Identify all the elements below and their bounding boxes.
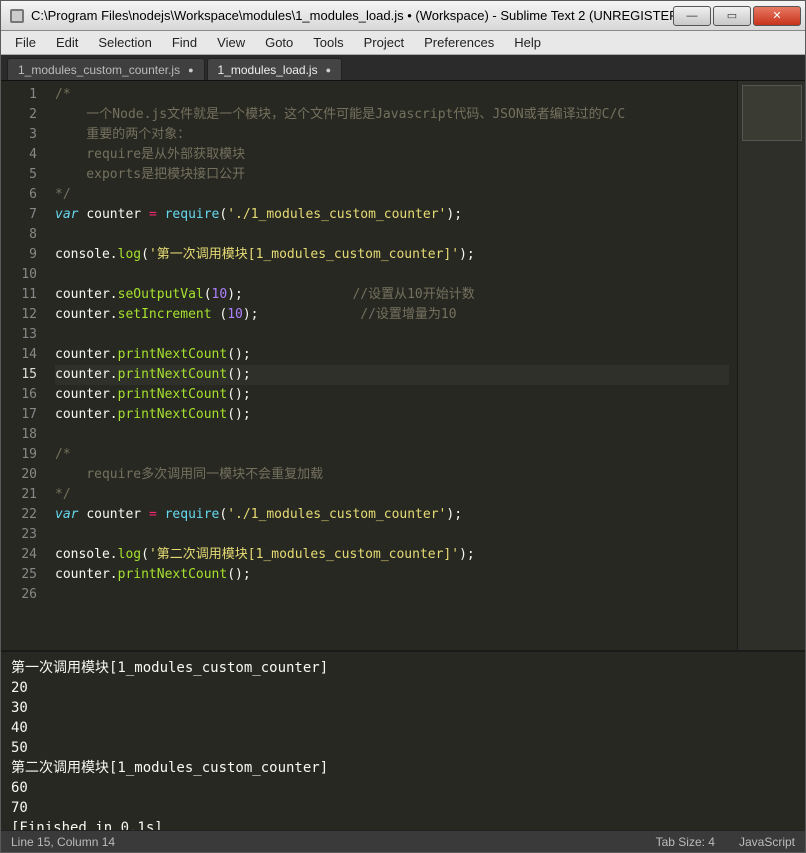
output-line: [Finished in 0.1s] — [11, 818, 795, 830]
menu-view[interactable]: View — [207, 32, 255, 53]
code-line[interactable]: 重要的两个对象： — [55, 125, 729, 145]
code-line[interactable]: require是从外部获取模块 — [55, 145, 729, 165]
tab-1_modules_custom_counter-js[interactable]: 1_modules_custom_counter.js ● — [7, 58, 205, 80]
tab-dirty-icon[interactable]: ● — [326, 65, 331, 75]
code-line[interactable]: counter.printNextCount(); — [55, 345, 729, 365]
menu-project[interactable]: Project — [354, 32, 414, 53]
gutter-line[interactable]: 15 — [5, 365, 37, 385]
output-line: 第二次调用模块[1_modules_custom_counter] — [11, 758, 795, 778]
editor[interactable]: 1234567891011121314151617181920212223242… — [1, 81, 805, 650]
code-line[interactable]: counter.printNextCount(); — [55, 405, 729, 425]
status-language[interactable]: JavaScript — [739, 835, 795, 849]
tabbar: 1_modules_custom_counter.js●1_modules_lo… — [1, 55, 805, 81]
window-title: C:\Program Files\nodejs\Workspace\module… — [31, 8, 673, 23]
gutter-line[interactable]: 5 — [5, 165, 37, 185]
menu-file[interactable]: File — [5, 32, 46, 53]
code-line[interactable]: */ — [55, 185, 729, 205]
code-line[interactable]: counter.printNextCount(); — [55, 385, 729, 405]
gutter-line[interactable]: 7 — [5, 205, 37, 225]
code-line[interactable]: /* — [55, 445, 729, 465]
gutter-line[interactable]: 25 — [5, 565, 37, 585]
menu-tools[interactable]: Tools — [303, 32, 353, 53]
output-line: 60 — [11, 778, 795, 798]
build-output-panel[interactable]: 第一次调用模块[1_modules_custom_counter]2030405… — [1, 650, 805, 830]
gutter-line[interactable]: 24 — [5, 545, 37, 565]
code-line[interactable] — [55, 265, 729, 285]
app-window: C:\Program Files\nodejs\Workspace\module… — [0, 0, 806, 853]
code-line[interactable]: 一个Node.js文件就是一个模块，这个文件可能是Javascript代码、JS… — [55, 105, 729, 125]
code-line[interactable] — [55, 525, 729, 545]
gutter-line[interactable]: 18 — [5, 425, 37, 445]
output-line: 20 — [11, 678, 795, 698]
titlebar[interactable]: C:\Program Files\nodejs\Workspace\module… — [1, 1, 805, 31]
statusbar: Line 15, Column 14 Tab Size: 4 JavaScrip… — [1, 830, 805, 852]
minimize-button[interactable]: — — [673, 6, 711, 26]
tab-1_modules_load-js[interactable]: 1_modules_load.js ● — [207, 58, 343, 80]
tab-label: 1_modules_custom_counter.js — [18, 63, 180, 77]
menu-goto[interactable]: Goto — [255, 32, 303, 53]
gutter-line[interactable]: 3 — [5, 125, 37, 145]
window-buttons: — ▭ ✕ — [673, 6, 801, 26]
gutter-line[interactable]: 16 — [5, 385, 37, 405]
gutter-line[interactable]: 10 — [5, 265, 37, 285]
gutter-line[interactable]: 19 — [5, 445, 37, 465]
output-line: 30 — [11, 698, 795, 718]
output-line: 40 — [11, 718, 795, 738]
code-line[interactable]: counter.setIncrement (10); //设置增量为10 — [55, 305, 729, 325]
code-line[interactable]: /* — [55, 85, 729, 105]
code-line[interactable] — [55, 325, 729, 345]
gutter-line[interactable]: 23 — [5, 525, 37, 545]
menubar: FileEditSelectionFindViewGotoToolsProjec… — [1, 31, 805, 55]
app-icon — [9, 8, 25, 24]
gutter-line[interactable]: 12 — [5, 305, 37, 325]
gutter-line[interactable]: 9 — [5, 245, 37, 265]
output-line: 70 — [11, 798, 795, 818]
gutter-line[interactable]: 2 — [5, 105, 37, 125]
gutter-line[interactable]: 13 — [5, 325, 37, 345]
menu-help[interactable]: Help — [504, 32, 551, 53]
minimap[interactable] — [737, 81, 805, 650]
code-line[interactable]: require多次调用同一模块不会重复加载 — [55, 465, 729, 485]
code-line[interactable]: var counter = require('./1_modules_custo… — [55, 205, 729, 225]
menu-edit[interactable]: Edit — [46, 32, 88, 53]
gutter-line[interactable]: 22 — [5, 505, 37, 525]
gutter: 1234567891011121314151617181920212223242… — [1, 81, 47, 650]
maximize-button[interactable]: ▭ — [713, 6, 751, 26]
status-tabsize[interactable]: Tab Size: 4 — [656, 835, 715, 849]
gutter-line[interactable]: 14 — [5, 345, 37, 365]
code-line[interactable]: counter.seOutputVal(10); //设置从10开始计数 — [55, 285, 729, 305]
tab-dirty-icon[interactable]: ● — [188, 65, 193, 75]
gutter-line[interactable]: 21 — [5, 485, 37, 505]
tab-label: 1_modules_load.js — [218, 63, 318, 77]
gutter-line[interactable]: 11 — [5, 285, 37, 305]
code-line[interactable]: exports是把模块接口公开 — [55, 165, 729, 185]
code-line[interactable]: counter.printNextCount(); — [55, 365, 729, 385]
code-line[interactable] — [55, 225, 729, 245]
code-line[interactable]: var counter = require('./1_modules_custo… — [55, 505, 729, 525]
gutter-line[interactable]: 6 — [5, 185, 37, 205]
code-line[interactable] — [55, 425, 729, 445]
status-cursor: Line 15, Column 14 — [11, 835, 115, 849]
code-line[interactable]: counter.printNextCount(); — [55, 565, 729, 585]
menu-find[interactable]: Find — [162, 32, 207, 53]
gutter-line[interactable]: 8 — [5, 225, 37, 245]
code-line[interactable]: */ — [55, 485, 729, 505]
gutter-line[interactable]: 1 — [5, 85, 37, 105]
close-button[interactable]: ✕ — [753, 6, 801, 26]
gutter-line[interactable]: 4 — [5, 145, 37, 165]
code-area[interactable]: /* 一个Node.js文件就是一个模块，这个文件可能是Javascript代码… — [47, 81, 737, 650]
menu-preferences[interactable]: Preferences — [414, 32, 504, 53]
output-line: 第一次调用模块[1_modules_custom_counter] — [11, 658, 795, 678]
gutter-line[interactable]: 20 — [5, 465, 37, 485]
code-line[interactable]: console.log('第一次调用模块[1_modules_custom_co… — [55, 245, 729, 265]
minimap-viewport[interactable] — [742, 85, 802, 141]
code-line[interactable]: console.log('第二次调用模块[1_modules_custom_co… — [55, 545, 729, 565]
gutter-line[interactable]: 17 — [5, 405, 37, 425]
output-line: 50 — [11, 738, 795, 758]
code-line[interactable] — [55, 585, 729, 605]
gutter-line[interactable]: 26 — [5, 585, 37, 605]
menu-selection[interactable]: Selection — [88, 32, 161, 53]
